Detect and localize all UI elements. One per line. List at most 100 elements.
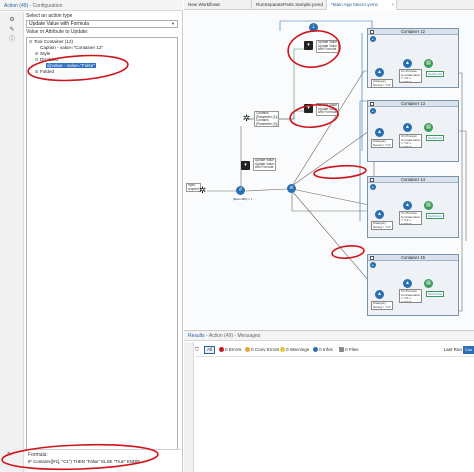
tab-label: RunSeparateParts Sample.yxmd bbox=[256, 2, 323, 7]
tree-node-label: Tool Container (12) bbox=[34, 39, 74, 44]
tab-new-workflow5[interactable]: New Workflow5 bbox=[184, 0, 252, 10]
condition-gear-icon[interactable]: ✲ bbox=[242, 114, 251, 123]
filter-tool[interactable]: ▲ bbox=[375, 210, 384, 219]
configuration-panel: Action (49) - Configuration ⚙ ✎ ⓘ Select… bbox=[0, 0, 183, 472]
info-icon bbox=[313, 347, 318, 352]
document-tabs: New Workflow5 RunSeparateParts Sample.yx… bbox=[184, 0, 474, 10]
tab-runseparateparts[interactable]: RunSeparateParts Sample.yxmd bbox=[252, 0, 327, 10]
results-filter-bar: ⛉ All 0 Errors 0 Conv Errors 0 Warnings … bbox=[195, 346, 474, 354]
filter-tool[interactable]: ▲ bbox=[375, 290, 384, 299]
container-checkbox[interactable] bbox=[370, 102, 374, 106]
infos-count: 0 Infos bbox=[319, 347, 333, 352]
output-tool[interactable]: ▤ bbox=[424, 59, 433, 68]
conv-errors-count: 0 Conv Errors bbox=[251, 347, 280, 352]
filter-label: [Category Name] = "C1" bbox=[371, 139, 394, 149]
container-title: Container 12 bbox=[401, 29, 425, 34]
formula-input[interactable]: IF Contains([#1], "C1") THEN "False" ELS… bbox=[28, 459, 178, 464]
tab-main-app-macro[interactable]: *Main App Macro.yxmc × bbox=[327, 0, 397, 10]
filter-warnings-button[interactable]: 0 Warnings bbox=[280, 346, 309, 354]
filter-tool[interactable]: ▲ bbox=[375, 68, 384, 77]
record-label: [RecordID] = 1 bbox=[233, 198, 253, 201]
update-value-annotation: Update Value Update Value with Formula bbox=[316, 40, 340, 53]
output-label: OutC1.csv bbox=[426, 71, 445, 77]
tool-title-sub: - Configuration bbox=[28, 3, 63, 9]
tree-node[interactable]: ⊞ Folded bbox=[27, 69, 177, 75]
filter-infos-button[interactable]: 0 Infos bbox=[313, 346, 333, 354]
tree-node-label: Style bbox=[40, 51, 51, 56]
filter-label: [Category Name] = "C1" bbox=[371, 221, 394, 231]
formula-tool[interactable]: ▲ bbox=[403, 123, 412, 132]
output-tool[interactable]: ▤ bbox=[424, 201, 433, 210]
update-value-annotation: Update Value Update Value with Formula bbox=[253, 158, 277, 171]
formula-area: Formula: IF Contains([#1], "C1") THEN "F… bbox=[26, 449, 181, 471]
close-icon[interactable]: × bbox=[391, 0, 394, 10]
files-count: 0 Files bbox=[345, 347, 359, 352]
update-value-annotation: Update Value Update Value with Formula bbox=[316, 103, 340, 116]
output-tool[interactable]: ▤ bbox=[424, 279, 433, 288]
container-title: Container 13 bbox=[401, 101, 425, 106]
filter-errors-button[interactable]: 0 Errors bbox=[219, 346, 241, 354]
chevron-down-icon: ▼ bbox=[171, 21, 175, 26]
record-id-tool[interactable]: # bbox=[236, 186, 245, 195]
file-icon bbox=[339, 347, 344, 352]
action-type-select[interactable]: Update Value with Formula ▼ bbox=[26, 20, 178, 28]
edit-formula-icon[interactable]: ✎ bbox=[7, 451, 12, 458]
action-tool-square[interactable]: ▾ bbox=[304, 41, 313, 50]
attribute-tree[interactable]: ⊟ Tool Container (12) Caption - value="Con… bbox=[26, 37, 178, 459]
filter-label: [Category Name] = "C1" bbox=[371, 301, 394, 311]
container-action-icon[interactable]: ▸ bbox=[370, 36, 376, 42]
tree-node-label: Folded bbox=[40, 69, 55, 74]
filter-tool[interactable]: ▲ bbox=[375, 128, 384, 137]
input-gear-icon[interactable]: ✲ bbox=[198, 186, 207, 195]
formula-label: C1 Process: Concatenation = "C1"+ FullPa… bbox=[399, 69, 423, 83]
warning-icon bbox=[280, 347, 285, 352]
results-panel: Results - Action (49) - Messages ⛉ All 0… bbox=[184, 330, 474, 472]
container-checkbox[interactable] bbox=[370, 256, 374, 260]
container-checkbox[interactable] bbox=[370, 30, 374, 34]
configuration-icon-bar: ⚙ ✎ ⓘ bbox=[0, 12, 24, 472]
workflow-canvas[interactable]: Container 12 Container 13 Container 14 C… bbox=[184, 11, 474, 329]
filter-files-button[interactable]: 0 Files bbox=[339, 346, 359, 354]
action-tool[interactable]: ⇣ bbox=[309, 23, 318, 32]
action-tool-square[interactable]: ▾ bbox=[241, 161, 250, 170]
conv-error-icon bbox=[245, 347, 250, 352]
annotation-icon[interactable]: ✎ bbox=[7, 26, 17, 34]
errors-count: 0 Errors bbox=[225, 347, 242, 352]
info-icon[interactable]: ⓘ bbox=[7, 36, 17, 44]
configuration-title: Action (49) - Configuration bbox=[0, 0, 183, 11]
action-type-value: Update Value with Formula bbox=[29, 21, 89, 27]
container-checkbox[interactable] bbox=[370, 178, 374, 182]
condition-annotation: Contains [Parameter (1)] Contains [Param… bbox=[254, 111, 280, 128]
action-tool-square[interactable]: ▾ bbox=[304, 104, 313, 113]
connector bbox=[246, 48, 309, 120]
error-icon bbox=[219, 347, 224, 352]
container-action-icon[interactable]: ▸ bbox=[370, 184, 376, 190]
output-label: OutC2.csv bbox=[426, 135, 445, 141]
last-run-dropdown[interactable]: Last Run bbox=[444, 346, 462, 354]
tab-label: New Workflow5 bbox=[188, 2, 220, 7]
formula-label: C1 Process: Concatenation = "C1"+ FullPa… bbox=[399, 211, 423, 225]
connector bbox=[291, 188, 375, 207]
filter-icon[interactable]: ⛉ bbox=[195, 346, 199, 354]
tree-node-label: @value - value="False" bbox=[46, 63, 96, 68]
container-action-icon[interactable]: ▸ bbox=[370, 108, 376, 114]
formula-label: Formula: bbox=[28, 452, 48, 458]
formula-tool[interactable]: ▲ bbox=[403, 201, 412, 210]
connection-button[interactable]: Con bbox=[463, 346, 474, 354]
results-title-text: Results bbox=[188, 333, 205, 339]
configuration-form: Select an action type Update Value with … bbox=[26, 13, 181, 459]
container-action-icon[interactable]: ▸ bbox=[370, 262, 376, 268]
tree-node-label: Caption - value="Container 12" bbox=[40, 45, 104, 50]
value-to-update-label: Value or Attribute to Update: bbox=[26, 29, 89, 35]
formula-tool[interactable]: ▲ bbox=[403, 279, 412, 288]
tab-label: *Main App Macro.yxmc bbox=[331, 2, 378, 7]
formula-tool[interactable]: ▲ bbox=[403, 59, 412, 68]
output-tool[interactable]: ▤ bbox=[424, 123, 433, 132]
results-message-list[interactable] bbox=[195, 356, 474, 472]
connector bbox=[279, 20, 373, 37]
filter-all-button[interactable]: All bbox=[204, 346, 216, 354]
filter-label: [Category Name] = "C1" bbox=[371, 79, 394, 89]
wrench-icon[interactable]: ⚙ bbox=[7, 16, 17, 24]
process-tool[interactable]: ≋ bbox=[287, 184, 296, 193]
filter-conv-errors-button[interactable]: 0 Conv Errors bbox=[245, 346, 279, 354]
